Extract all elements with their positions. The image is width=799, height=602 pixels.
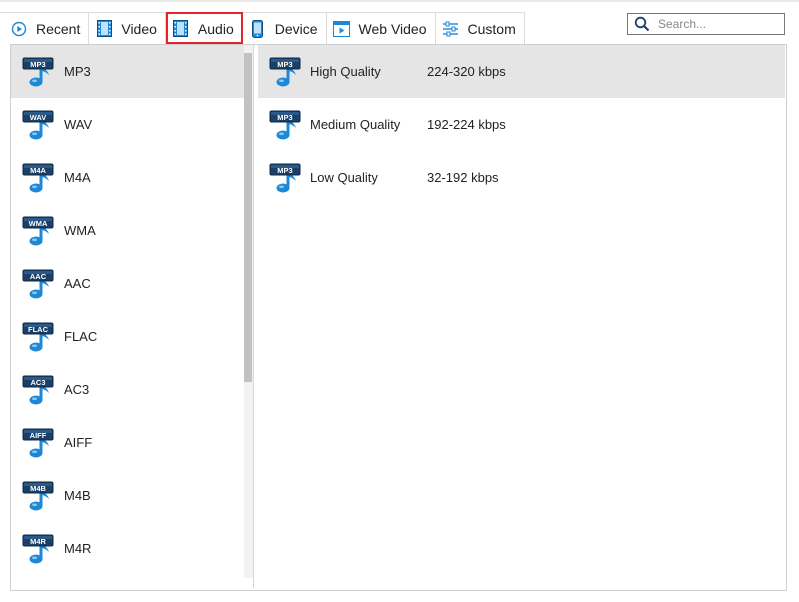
format-badge: MP3	[277, 112, 292, 121]
format-item-ac3[interactable]: AC3 AC3	[11, 363, 245, 416]
film-icon	[172, 20, 190, 38]
tab-label: Recent	[36, 20, 81, 37]
search-input[interactable]	[656, 16, 780, 32]
format-item-wma[interactable]: WMA WMA	[11, 204, 245, 257]
format-badge: MP3	[30, 59, 45, 68]
format-label: AC3	[64, 382, 90, 397]
audio-file-icon: WAV	[22, 110, 54, 139]
web-video-icon	[333, 20, 351, 38]
tab-label: Video	[121, 20, 157, 37]
format-item-flac[interactable]: FLAC FLAC	[11, 310, 245, 363]
tab-audio[interactable]: Audio	[165, 12, 243, 44]
top-border	[0, 0, 799, 2]
tab-device[interactable]: Device	[242, 12, 327, 44]
format-badge: AC3	[30, 377, 45, 386]
format-badge: AAC	[30, 271, 47, 280]
tab-video[interactable]: Video	[89, 12, 166, 44]
audio-file-icon: M4A	[22, 163, 54, 192]
format-badge: M4R	[30, 536, 46, 545]
bitrate-range: 192-224 kbps	[427, 117, 506, 132]
pane-divider	[253, 45, 254, 588]
audio-file-icon: M4R	[22, 534, 54, 563]
quality-item[interactable]: MP3 High Quality 224-320 kbps	[258, 45, 785, 98]
sliders-icon	[442, 20, 460, 38]
audio-file-icon: AC3	[22, 375, 54, 404]
tab-label: Audio	[197, 20, 234, 37]
format-badge: MP3	[277, 59, 292, 68]
audio-file-icon: MP3	[22, 57, 54, 86]
format-badge: MP3	[277, 165, 292, 174]
audio-file-icon: FLAC	[22, 322, 54, 351]
format-label: M4R	[64, 541, 92, 556]
tab-custom[interactable]: Custom	[435, 12, 525, 44]
tab-label: Custom	[467, 20, 516, 37]
format-label: FLAC	[64, 329, 98, 344]
scrollbar-thumb[interactable]	[244, 53, 252, 382]
format-item-m4a[interactable]: M4A M4A	[11, 151, 245, 204]
format-label: MP3	[64, 64, 91, 79]
quality-list: MP3 High Quality 224-320 kbps MP3 Medium …	[258, 45, 785, 204]
search-icon	[632, 14, 652, 34]
recent-icon	[10, 20, 28, 38]
format-label: WMA	[64, 223, 96, 238]
audio-file-icon: AAC	[22, 269, 54, 298]
phone-icon	[249, 19, 267, 38]
format-label: M4B	[64, 488, 91, 503]
quality-name: Low Quality	[310, 170, 378, 185]
bitrate-range: 32-192 kbps	[427, 170, 499, 185]
format-item-aac[interactable]: AAC AAC	[11, 257, 245, 310]
format-item-aiff[interactable]: AIFF AIFF	[11, 416, 245, 469]
format-list: MP3 MP3 WAV WAV M4A M4A WMA WMA AAC AAC	[11, 45, 245, 578]
format-item-wav[interactable]: WAV WAV	[11, 98, 245, 151]
audio-file-icon: WMA	[22, 216, 54, 245]
audio-file-icon: MP3	[269, 57, 301, 86]
format-badge: WAV	[30, 112, 47, 121]
audio-file-icon: MP3	[269, 110, 301, 139]
format-item-m4r[interactable]: M4R M4R	[11, 522, 245, 575]
format-badge: AIFF	[30, 430, 47, 439]
quality-name: Medium Quality	[310, 117, 401, 132]
format-label: WAV	[64, 117, 93, 132]
tab-recent[interactable]: Recent	[0, 12, 90, 44]
audio-file-icon: AIFF	[22, 428, 54, 457]
search-box	[627, 13, 785, 35]
format-badge: M4B	[30, 483, 46, 492]
format-badge: M4A	[30, 165, 46, 174]
tab-label: Device	[274, 20, 318, 37]
format-label: AAC	[64, 276, 91, 291]
quality-item[interactable]: MP3 Medium Quality 192-224 kbps	[258, 98, 785, 151]
format-label: M4A	[64, 170, 91, 185]
format-badge: WMA	[29, 218, 48, 227]
bitrate-range: 224-320 kbps	[427, 64, 506, 79]
audio-file-icon: M4B	[22, 481, 54, 510]
audio-file-icon: MP3	[269, 163, 301, 192]
tab-web-video[interactable]: Web Video	[326, 12, 436, 44]
format-item-mp3[interactable]: MP3 MP3	[11, 45, 245, 98]
quality-name: High Quality	[310, 64, 381, 79]
format-label: AIFF	[64, 435, 93, 450]
film-icon	[95, 20, 113, 38]
category-tabs: Recent Video Audio Device Web Video Cust…	[0, 12, 525, 45]
quality-item[interactable]: MP3 Low Quality 32-192 kbps	[258, 151, 785, 204]
format-item-m4b[interactable]: M4B M4B	[11, 469, 245, 522]
format-badge: FLAC	[28, 324, 49, 333]
tab-label: Web Video	[358, 20, 427, 37]
